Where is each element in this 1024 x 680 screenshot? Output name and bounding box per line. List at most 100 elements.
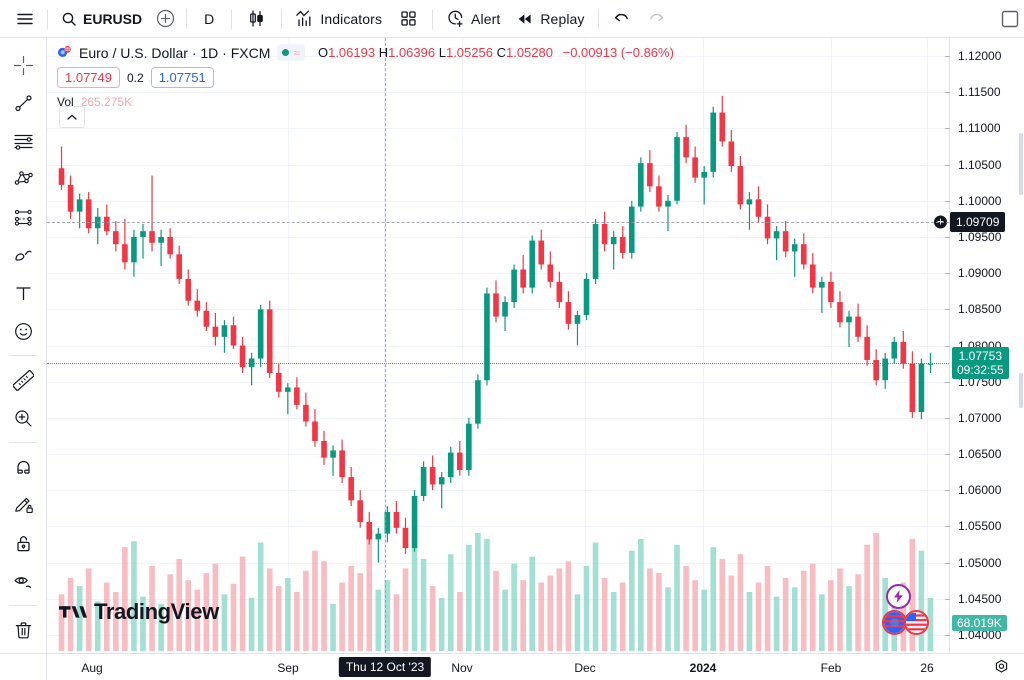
- replay-button[interactable]: Replay: [508, 5, 592, 33]
- time-axis[interactable]: AugSepOctNovDec2024Feb26Thu 12 Oct '23: [47, 653, 1024, 680]
- chart-settings-button[interactable]: [993, 659, 1010, 680]
- candle-body: [918, 363, 925, 413]
- price-axis-scrollbar[interactable]: [1019, 133, 1023, 195]
- crosshair-price-label: 1.09709 +: [933, 211, 1006, 232]
- candle-body: [800, 244, 807, 265]
- legend-source-chip[interactable]: ≈: [277, 44, 305, 61]
- ask-price-chip[interactable]: 1.07751: [150, 67, 214, 88]
- stay-in-drawing-mode-tool[interactable]: [4, 486, 42, 524]
- volume-bar: [466, 544, 472, 651]
- chevron-up-icon: [66, 113, 78, 122]
- candle-body: [674, 137, 680, 201]
- candle-body: [429, 467, 436, 485]
- volume-bar: [375, 589, 382, 651]
- chart-style-button[interactable]: [237, 5, 276, 33]
- candle-body: [484, 293, 490, 381]
- price-tick: 1.04500: [958, 591, 1002, 606]
- remove-drawings-tool[interactable]: [4, 611, 42, 649]
- volume-bar: [131, 541, 137, 651]
- candle-body: [475, 380, 481, 424]
- volume-bar: [257, 542, 264, 651]
- plus-circle-icon: [156, 9, 175, 28]
- templates-button[interactable]: [390, 5, 427, 33]
- volume-bar: [303, 570, 309, 651]
- candle-body: [583, 278, 590, 316]
- volume-bar: [411, 547, 418, 651]
- price-tick: 1.10000: [958, 193, 1002, 208]
- current-price-value: 1.07753: [958, 349, 1003, 364]
- chart-pane[interactable]: Euro / U.S. Dollar · 1D · FXCM ≈ O1.0619…: [47, 38, 949, 653]
- price-tick: 1.11000: [958, 121, 1001, 136]
- symbol-search-button[interactable]: EURUSD: [53, 5, 150, 33]
- volume-indicator-legend[interactable]: Vol 265.275K: [57, 95, 674, 109]
- ohlc-close-key: C: [496, 45, 506, 60]
- price-tick: 1.11500: [958, 85, 1001, 100]
- redo-button[interactable]: [639, 5, 674, 33]
- ohlc-low-key: L: [438, 45, 446, 60]
- candle-body: [782, 231, 789, 252]
- candle-body: [628, 206, 635, 253]
- toolbar-divider-3: [231, 8, 233, 29]
- us-flag-badge[interactable]: [904, 610, 929, 635]
- lightning-badge[interactable]: [886, 584, 911, 609]
- collapse-pane-button[interactable]: [59, 106, 85, 128]
- candle-body: [610, 236, 617, 245]
- brush-tool[interactable]: [4, 236, 42, 274]
- candle-body: [58, 168, 65, 185]
- horizontal-lines-tool[interactable]: [4, 122, 42, 160]
- add-symbol-button[interactable]: [150, 5, 181, 33]
- main-menu-button[interactable]: [8, 5, 42, 33]
- candle-body: [909, 363, 916, 413]
- candle-body: [665, 200, 671, 207]
- candle-body: [638, 163, 644, 207]
- ohlc-change-value: −0.00913 (−0.86%): [562, 45, 674, 60]
- volume-bar: [746, 592, 753, 651]
- crosshair-tool[interactable]: [4, 46, 42, 84]
- volume-bar: [447, 554, 454, 651]
- trend-line-tool[interactable]: [4, 84, 42, 122]
- candle-body: [185, 278, 192, 301]
- volume-bar: [828, 580, 834, 651]
- crosshair-vertical-line: [385, 38, 386, 653]
- legend-title-row: Euro / U.S. Dollar · 1D · FXCM ≈ O1.0619…: [57, 44, 674, 61]
- candle-body: [149, 231, 155, 243]
- undo-button[interactable]: [604, 5, 639, 33]
- candle-body: [538, 240, 545, 265]
- candle-body: [357, 500, 364, 523]
- patterns-tool[interactable]: [4, 160, 42, 198]
- volume-bar: [728, 575, 735, 651]
- legend-quote-row: 1.07749 0.2 1.07751: [57, 67, 674, 88]
- hide-drawings-tool[interactable]: [4, 562, 42, 600]
- layout-button[interactable]: [992, 5, 1024, 33]
- eu-flag-icon: [884, 612, 905, 633]
- alert-button[interactable]: Alert: [438, 5, 508, 33]
- undo-arrow-icon: [612, 9, 631, 28]
- price-tick: 1.09500: [958, 229, 1002, 244]
- text-tool[interactable]: [4, 274, 42, 312]
- bid-price-chip[interactable]: 1.07749: [57, 67, 120, 88]
- panel-icon: [1000, 9, 1020, 29]
- price-axis[interactable]: 1.12000 1.11500 1.11000 1.10500 1.10000 1.095…: [933, 38, 1024, 653]
- legend-symbol-title[interactable]: Euro / U.S. Dollar · 1D · FXCM: [79, 45, 270, 61]
- time-tick: Sep: [277, 661, 299, 675]
- crosshair-horizontal-line: [47, 221, 949, 223]
- emoji-tool[interactable]: [4, 312, 42, 350]
- indicators-button[interactable]: Indicators: [287, 5, 390, 33]
- prediction-tool[interactable]: [4, 198, 42, 236]
- zoom-tool[interactable]: [4, 399, 42, 437]
- measure-tool[interactable]: [4, 361, 42, 399]
- time-tick: Dec: [574, 661, 596, 675]
- candle-body: [294, 387, 300, 405]
- lock-drawings-tool[interactable]: [4, 524, 42, 562]
- price-axis-scrollbar[interactable]: [1019, 373, 1023, 408]
- magnet-tool[interactable]: [4, 448, 42, 486]
- candle-body: [828, 281, 834, 303]
- interval-button[interactable]: D: [192, 5, 226, 33]
- magnet-icon: [13, 457, 34, 478]
- volume-value: 265.275K: [80, 95, 133, 109]
- volume-bar: [683, 566, 689, 651]
- volume-bar: [592, 542, 599, 651]
- volume-bar: [837, 568, 843, 651]
- alarm-clock-icon: [446, 9, 465, 28]
- volume-bar: [565, 561, 572, 651]
